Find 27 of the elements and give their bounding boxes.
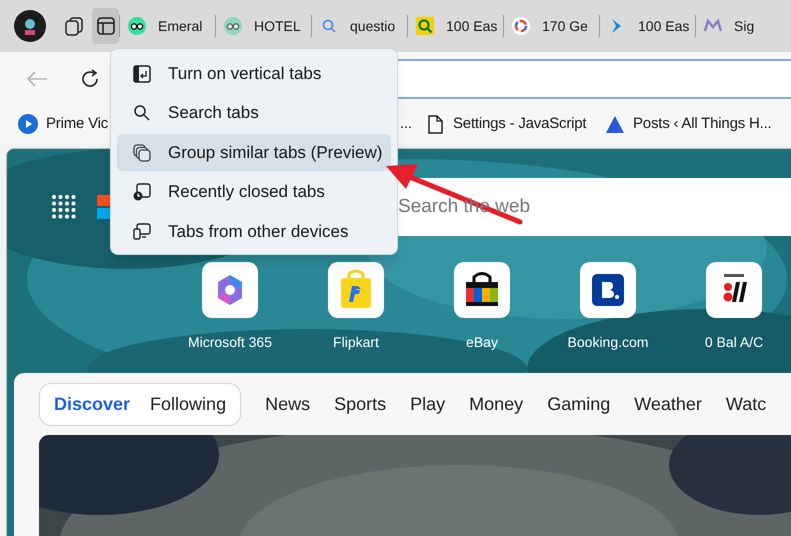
magnifier-icon	[416, 17, 434, 35]
stacked-squares-icon	[63, 15, 86, 37]
play-icon	[18, 114, 38, 134]
profile-avatar-icon	[14, 10, 46, 42]
tab-title[interactable]: Sig	[734, 16, 754, 36]
favorite-link[interactable]: ...	[400, 112, 412, 136]
triangle-icon	[605, 114, 625, 134]
tab-title[interactable]: HOTEL	[254, 16, 301, 36]
favorite-link[interactable]: Prime Vic	[46, 112, 108, 136]
ring-icon	[512, 17, 530, 35]
tab-title[interactable]: questio	[350, 16, 396, 36]
owl-icon	[224, 17, 242, 35]
menu-item[interactable]: Search tabs	[117, 94, 391, 132]
tab-layout-icon	[96, 16, 116, 36]
owl-icon	[128, 17, 146, 35]
back-arrow-icon	[25, 68, 49, 88]
tab-title[interactable]: 100 Eas	[446, 16, 498, 36]
tab-actions-button[interactable]	[92, 8, 119, 44]
favorite-link[interactable]: Settings - JavaScript	[453, 112, 586, 136]
search-icon	[133, 104, 151, 122]
tab-title[interactable]: 170 Ge	[542, 16, 588, 36]
favorite-link[interactable]: Posts ‹ All Things H...	[633, 112, 772, 136]
search-icon	[320, 17, 338, 35]
vertical-tabs-icon	[133, 64, 151, 83]
tab-title[interactable]: 100 Eas	[638, 16, 690, 36]
refresh-icon	[79, 68, 101, 90]
tab-title[interactable]: Emeral	[158, 16, 202, 36]
